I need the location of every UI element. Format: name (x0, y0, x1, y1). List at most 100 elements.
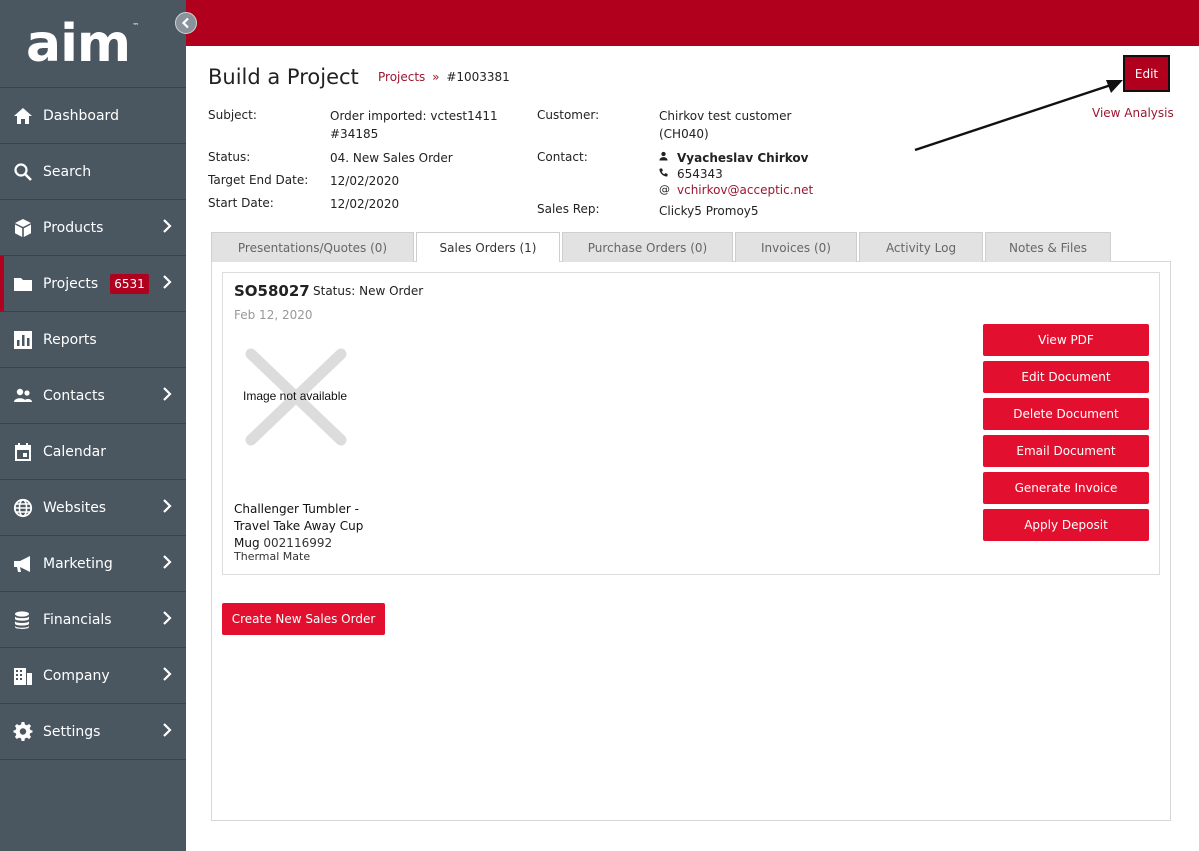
chevron-right-icon (162, 722, 174, 742)
sales-rep-label: Sales Rep: (537, 202, 600, 216)
sales-rep-value: Clicky5 Promoy5 (659, 204, 759, 218)
status-label: Status: (208, 150, 251, 164)
product-name-line-3: Mug (234, 536, 260, 550)
chevron-left-icon (181, 17, 189, 29)
chevron-right-icon (162, 666, 174, 686)
box-icon (12, 218, 34, 238)
sidebar-item-products[interactable]: Products (0, 200, 186, 256)
sidebar: aim ™ Dashboard Search Products Projects… (0, 0, 186, 851)
status-value: 04. New Sales Order (330, 151, 453, 165)
breadcrumb-separator: » (432, 70, 440, 84)
create-new-sales-order-button[interactable]: Create New Sales Order (222, 603, 385, 635)
top-bar (186, 0, 1199, 46)
image-unavailable-text: Image not available (243, 389, 348, 403)
sidebar-item-contacts[interactable]: Contacts (0, 368, 186, 424)
sidebar-item-label: Contacts (43, 387, 105, 404)
sales-orders-panel: SO58027 Status: New Order Feb 12, 2020 I… (211, 262, 1171, 821)
sidebar-item-label: Company (43, 667, 110, 684)
sidebar-item-company[interactable]: Company (0, 648, 186, 704)
chevron-right-icon (162, 218, 174, 238)
logo-text: aim (26, 13, 131, 74)
customer-label: Customer: (537, 108, 600, 122)
sidebar-item-financials[interactable]: Financials (0, 592, 186, 648)
contact-email-link[interactable]: vchirkov@acceptic.net (677, 181, 813, 199)
sidebar-item-label: Projects (43, 275, 99, 292)
tab-purchase-orders[interactable]: Purchase Orders (0) (562, 232, 733, 262)
sidebar-item-reports[interactable]: Reports (0, 312, 186, 368)
sidebar-item-search[interactable]: Search (0, 144, 186, 200)
edit-button[interactable]: Edit (1123, 55, 1170, 92)
tab-presentations-quotes[interactable]: Presentations/Quotes (0) (211, 232, 414, 262)
sales-order-date: Feb 12, 2020 (234, 308, 313, 322)
tab-bar: Presentations/Quotes (0) Sales Orders (1… (211, 232, 1113, 263)
main-content: Build a Project Projects » #1003381 Edit… (186, 46, 1199, 851)
sidebar-item-projects[interactable]: Projects 6531 (0, 256, 186, 312)
sidebar-item-calendar[interactable]: Calendar (0, 424, 186, 480)
projects-count-badge: 6531 (110, 273, 149, 294)
megaphone-icon (12, 554, 34, 574)
subject-value: Order imported: vctest1411 #34185 (330, 107, 498, 143)
aim-logo[interactable]: aim ™ (0, 0, 186, 88)
bar-chart-icon (12, 330, 34, 350)
customer-line-1: Chirkov test customer (659, 109, 792, 123)
logo-trademark: ™ (132, 22, 140, 30)
target-end-date-label: Target End Date: (208, 173, 309, 187)
tab-notes-files[interactable]: Notes & Files (985, 232, 1111, 262)
product-name: Challenger Tumbler - Travel Take Away Cu… (234, 501, 384, 552)
sidebar-item-label: Dashboard (43, 107, 119, 124)
sidebar-item-label: Marketing (43, 555, 113, 572)
tab-sales-orders[interactable]: Sales Orders (1) (416, 232, 560, 263)
chevron-right-icon (162, 554, 174, 574)
generate-invoice-button[interactable]: Generate Invoice (983, 472, 1149, 504)
sidebar-item-websites[interactable]: Websites (0, 480, 186, 536)
search-icon (12, 162, 34, 182)
building-icon (12, 666, 34, 686)
customer-line-2: (CH040) (659, 127, 709, 141)
delete-document-button[interactable]: Delete Document (983, 398, 1149, 430)
tab-activity-log[interactable]: Activity Log (859, 232, 983, 262)
chevron-right-icon (162, 274, 174, 294)
tab-invoices[interactable]: Invoices (0) (735, 232, 857, 262)
contact-value: Vyacheslav Chirkov 654343 @ vchirkov@acc… (659, 150, 813, 198)
customer-value: Chirkov test customer (CH040) (659, 107, 791, 143)
email-document-button[interactable]: Email Document (983, 435, 1149, 467)
breadcrumb: Projects » #1003381 (378, 70, 510, 84)
contact-label: Contact: (537, 150, 588, 164)
edit-document-button[interactable]: Edit Document (983, 361, 1149, 393)
folder-icon (12, 274, 34, 294)
product-name-line-2: Travel Take Away Cup (234, 519, 364, 533)
view-analysis-link[interactable]: View Analysis (1092, 106, 1174, 120)
sales-order-card: SO58027 Status: New Order Feb 12, 2020 I… (222, 272, 1160, 575)
sidebar-item-label: Products (43, 219, 104, 236)
gear-icon (12, 721, 34, 742)
chevron-right-icon (162, 498, 174, 518)
people-icon (12, 386, 34, 406)
sidebar-item-dashboard[interactable]: Dashboard (0, 88, 186, 144)
chevron-right-icon (162, 386, 174, 406)
sidebar-item-settings[interactable]: Settings (0, 704, 186, 760)
subject-label: Subject: (208, 108, 257, 122)
sidebar-item-label: Financials (43, 611, 112, 628)
view-pdf-button[interactable]: View PDF (983, 324, 1149, 356)
collapse-sidebar-button[interactable] (175, 12, 197, 34)
start-date-value: 12/02/2020 (330, 197, 400, 211)
start-date-label: Start Date: (208, 196, 274, 210)
sidebar-item-label: Calendar (43, 443, 106, 460)
home-icon (12, 106, 34, 126)
product-name-line-1: Challenger Tumbler - (234, 502, 359, 516)
globe-icon (12, 498, 34, 518)
subject-line-2: #34185 (330, 127, 379, 141)
sales-order-status: Status: New Order (313, 284, 424, 298)
sidebar-item-marketing[interactable]: Marketing (0, 536, 186, 592)
product-image-placeholder: Image not available (237, 346, 355, 446)
sidebar-item-label: Reports (43, 331, 97, 348)
page-title: Build a Project (208, 65, 359, 89)
subject-line-1: Order imported: vctest1411 (330, 109, 498, 123)
chevron-right-icon (162, 610, 174, 630)
breadcrumb-projects-link[interactable]: Projects (378, 70, 425, 84)
at-icon: @ (659, 183, 670, 196)
sidebar-item-label: Settings (43, 723, 101, 740)
apply-deposit-button[interactable]: Apply Deposit (983, 509, 1149, 541)
sidebar-item-label: Websites (43, 499, 107, 516)
product-sku: 002116992 (263, 536, 333, 550)
